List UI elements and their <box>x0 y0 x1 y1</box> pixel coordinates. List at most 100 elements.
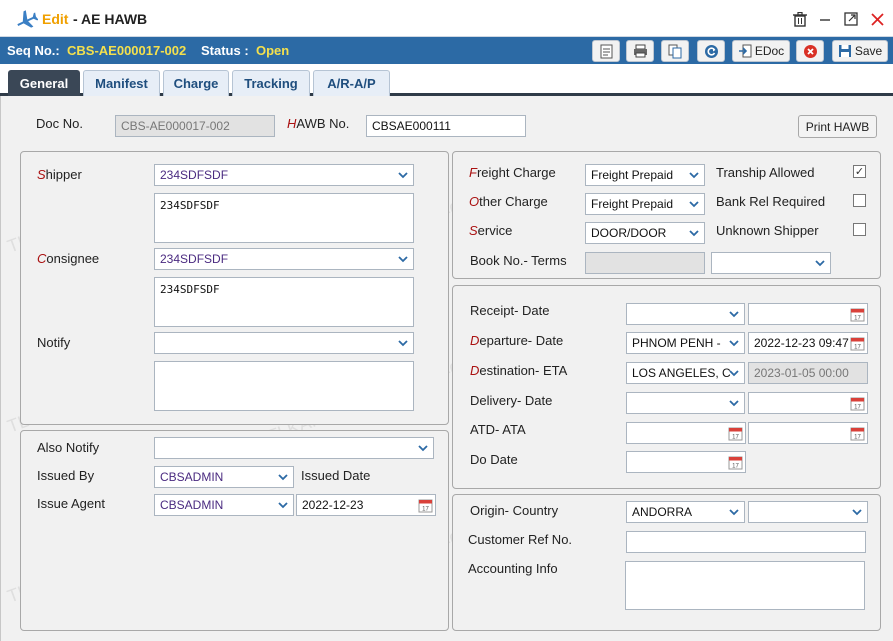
refresh-button[interactable] <box>697 40 725 62</box>
customer-ref-label: Customer Ref No. <box>468 532 573 547</box>
destination-place-select[interactable]: LOS ANGELES, C <box>626 362 745 384</box>
atd-ata-label: ATD- ATA <box>470 422 526 437</box>
chevron-down-icon <box>724 333 744 353</box>
issue-agent-label: Issue Agent <box>37 496 105 511</box>
chevron-down-icon <box>273 495 293 515</box>
country-select[interactable] <box>748 501 868 523</box>
minimize-icon[interactable] <box>816 10 834 28</box>
receipt-date-label: Receipt- Date <box>470 303 550 318</box>
bank-rel-required-label: Bank Rel Required <box>716 194 826 209</box>
consignee-label: Consignee <box>37 251 100 266</box>
status-value: Open <box>256 43 290 58</box>
chevron-down-icon <box>684 223 704 243</box>
receipt-place-select[interactable] <box>626 303 745 325</box>
copy-button[interactable] <box>661 40 689 62</box>
delivery-place-select[interactable] <box>626 392 745 414</box>
chevron-down-icon <box>393 249 413 269</box>
calendar-icon[interactable]: 17 <box>728 455 743 470</box>
other-charge-select[interactable]: Freight Prepaid <box>585 193 705 215</box>
print-button[interactable] <box>626 40 654 62</box>
bank-rel-required-checkbox[interactable] <box>853 194 866 207</box>
tab-ar-ap[interactable]: A/R-A/P <box>313 70 390 96</box>
departure-date-input[interactable]: 2022-12-23 09:47 17 <box>748 332 868 354</box>
cancel-icon <box>803 44 817 58</box>
hawb-no-input[interactable]: CBSAE000111 <box>366 115 526 137</box>
calendar-icon[interactable]: 17 <box>850 307 865 322</box>
chevron-down-icon <box>684 165 704 185</box>
consignee-address-textarea[interactable]: 234SDFSDF <box>154 277 414 327</box>
notify-label: Notify <box>37 335 71 350</box>
chevron-down-icon <box>413 438 433 458</box>
save-icon <box>838 45 851 57</box>
seq-no-label: Seq No.: <box>7 43 60 58</box>
calendar-icon[interactable]: 17 <box>418 498 433 513</box>
doc-no-label: Doc No. <box>36 116 83 131</box>
origin-select[interactable]: ANDORRA <box>626 501 745 523</box>
calendar-icon[interactable]: 17 <box>728 426 743 441</box>
printer-icon <box>633 44 647 58</box>
book-no-field <box>585 252 705 274</box>
title-bar: Edit - AE HAWB <box>0 0 893 37</box>
edoc-label: EDoc <box>754 44 785 58</box>
terms-select[interactable] <box>711 252 831 274</box>
atd-input[interactable]: 17 <box>626 422 746 444</box>
unknown-shipper-label: Unknown Shipper <box>716 223 819 238</box>
receipt-date-input[interactable]: 17 <box>748 303 868 325</box>
shipper-label: Shipper <box>37 167 82 182</box>
doc-no-field: CBS-AE000017-002 <box>115 115 275 137</box>
print-hawb-button[interactable]: Print HAWB <box>798 115 877 138</box>
tab-general[interactable]: General <box>8 70 80 96</box>
freight-charge-label: Freight Charge <box>469 165 556 180</box>
document-button[interactable] <box>592 40 620 62</box>
tab-manifest[interactable]: Manifest <box>83 70 160 96</box>
freight-charge-select[interactable]: Freight Prepaid <box>585 164 705 186</box>
edit-mode-label: Edit <box>42 11 69 27</box>
maximize-icon[interactable] <box>842 10 860 28</box>
seq-no-value: CBS-AE000017-002 <box>67 43 187 58</box>
chevron-down-icon <box>724 363 744 383</box>
svg-text:17: 17 <box>854 405 861 411</box>
cancel-button[interactable] <box>796 40 824 62</box>
delivery-date-label: Delivery- Date <box>470 393 553 408</box>
notify-address-textarea[interactable] <box>154 361 414 411</box>
shipper-address-textarea[interactable]: 234SDFSDF <box>154 193 414 243</box>
issued-by-select[interactable]: CBSADMIN <box>154 466 294 488</box>
also-notify-label: Also Notify <box>37 440 100 455</box>
tranship-allowed-label: Tranship Allowed <box>716 165 815 180</box>
edoc-button[interactable]: EDoc <box>732 40 790 62</box>
delivery-date-input[interactable]: 17 <box>748 392 868 414</box>
calendar-icon[interactable]: 17 <box>850 426 865 441</box>
hawb-no-label: HAWB No. <box>287 116 350 131</box>
tab-charge[interactable]: Charge <box>163 70 229 96</box>
tab-tracking[interactable]: Tracking <box>232 70 310 96</box>
issued-date-label: Issued Date <box>301 468 371 483</box>
tranship-allowed-checkbox[interactable]: ✓ <box>853 165 866 178</box>
shipper-select[interactable]: 234SDFSDF <box>154 164 414 186</box>
destination-eta-label: Destination- ETA <box>470 363 568 378</box>
consignee-select[interactable]: 234SDFSDF <box>154 248 414 270</box>
chevron-down-icon <box>724 304 744 324</box>
issue-date-input[interactable]: 2022-12-23 17 <box>296 494 436 516</box>
refresh-icon <box>704 44 718 58</box>
import-icon <box>738 44 752 58</box>
calendar-icon[interactable]: 17 <box>850 396 865 411</box>
chevron-down-icon <box>810 253 830 273</box>
tab-bar: General Manifest Charge Tracking A/R-A/P <box>0 64 893 96</box>
also-notify-select[interactable] <box>154 437 434 459</box>
customer-ref-input[interactable] <box>626 531 866 553</box>
ata-input[interactable]: 17 <box>748 422 868 444</box>
other-charge-label: Other Charge <box>469 194 548 209</box>
save-button[interactable]: Save <box>832 40 888 62</box>
service-select[interactable]: DOOR/DOOR <box>585 222 705 244</box>
record-info-bar: Seq No.: CBS-AE000017-002 Status : Open … <box>0 37 893 64</box>
do-date-input[interactable]: 17 <box>626 451 746 473</box>
departure-place-select[interactable]: PHNOM PENH - <box>626 332 745 354</box>
trash-icon[interactable] <box>791 10 809 28</box>
save-label: Save <box>854 44 883 58</box>
accounting-info-textarea[interactable] <box>625 561 865 610</box>
unknown-shipper-checkbox[interactable] <box>853 223 866 236</box>
issue-agent-select[interactable]: CBSADMIN <box>154 494 294 516</box>
close-icon[interactable] <box>868 10 886 28</box>
notify-select[interactable] <box>154 332 414 354</box>
calendar-icon[interactable]: 17 <box>850 336 865 351</box>
